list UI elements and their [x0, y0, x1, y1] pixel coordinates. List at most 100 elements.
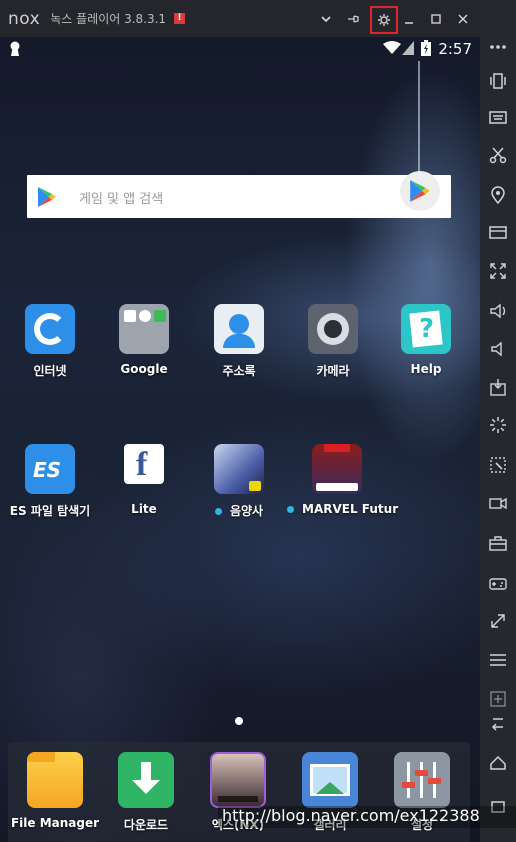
android-screen: 2:57 게임 및 앱 검색 인터넷 Google 주소록 카메라 ? Help… [0, 37, 480, 842]
app-contacts[interactable]: 주소록 [193, 304, 285, 379]
display-button[interactable] [480, 218, 516, 248]
virtual-location-button[interactable] [480, 450, 516, 480]
window-title: 녹스 플레이어 3.8.3.1 [50, 12, 167, 26]
app-facebook-lite[interactable]: f Lite [98, 444, 190, 516]
wifi-icon [383, 41, 401, 54]
maximize-button[interactable] [425, 8, 447, 30]
play-store-icon [38, 187, 56, 207]
keyboard-button[interactable] [480, 102, 516, 132]
virtual-location-icon [490, 457, 506, 473]
play-store-search-bar[interactable]: 게임 및 앱 검색 [27, 171, 451, 218]
app-label: Help [410, 362, 442, 376]
app-label: 주소록 [222, 364, 256, 378]
internet-icon [25, 304, 75, 354]
apk-install-icon [490, 379, 506, 396]
nox-toolbar [480, 0, 516, 842]
resize-button[interactable] [480, 606, 516, 636]
location-button[interactable] [480, 180, 516, 210]
app-downloads[interactable]: 다운로드 [100, 752, 192, 833]
play-store-search-button[interactable] [400, 171, 440, 211]
settings-sliders-icon [394, 752, 450, 808]
shake-icon [490, 73, 506, 89]
app-label: MARVEL Futur [287, 502, 398, 516]
video-record-button[interactable] [480, 488, 516, 518]
keyboard-icon [489, 111, 507, 124]
pin-button[interactable] [342, 8, 364, 30]
home-button[interactable] [480, 748, 516, 778]
app-help[interactable]: ? Help [380, 304, 472, 376]
menu-button[interactable] [480, 645, 516, 675]
close-icon [458, 14, 468, 24]
title-bar: nox 녹스 플레이어 3.8.3.1 ! [0, 0, 480, 37]
chevron-down-icon [321, 16, 331, 23]
back-button[interactable] [480, 708, 516, 738]
new-app-dot [287, 506, 294, 513]
app-label: File Manager [10, 816, 100, 830]
fullscreen-button[interactable] [480, 256, 516, 286]
shake-button[interactable] [480, 66, 516, 96]
onmyoji-icon [214, 444, 264, 494]
app-label: Google [120, 362, 168, 376]
gamepad-icon [489, 578, 507, 590]
volume-up-icon [490, 303, 506, 319]
settings-button[interactable] [370, 6, 398, 34]
close-button[interactable] [452, 8, 474, 30]
volume-up-button[interactable] [480, 296, 516, 326]
nox-logo: nox [8, 8, 41, 29]
more-button[interactable] [480, 32, 516, 62]
gear-icon [378, 14, 390, 26]
nexon-game-icon [210, 752, 266, 808]
facebook-lite-icon: f [124, 444, 164, 484]
menu-icon [490, 654, 506, 666]
nox-player-window: nox 녹스 플레이어 3.8.3.1 ! 2:57 게임 및 앱 검색 인터넷… [0, 0, 516, 842]
app-label: Lite [131, 502, 157, 516]
loading-button[interactable] [480, 410, 516, 440]
app-internet[interactable]: 인터넷 [4, 304, 96, 379]
clock: 2:57 [438, 40, 472, 58]
keyhole-icon [10, 41, 20, 56]
apk-install-button[interactable] [480, 372, 516, 402]
maximize-icon [431, 14, 441, 24]
camera-icon [308, 304, 358, 354]
app-onmyoji[interactable]: 음양사 [193, 444, 285, 519]
more-icon [490, 45, 506, 49]
play-store-icon [410, 180, 430, 202]
folder-icon [27, 752, 83, 808]
alert-badge[interactable]: ! [174, 13, 186, 24]
minimize-icon [405, 22, 413, 24]
es-file-explorer-icon: ES [25, 444, 75, 494]
app-file-manager[interactable]: File Manager [9, 752, 101, 830]
download-icon [118, 752, 174, 808]
app-label: 카메라 [316, 364, 350, 378]
app-es-file-explorer[interactable]: ES ES 파일 탐색기 [4, 444, 96, 519]
status-bar: 2:57 [0, 37, 480, 61]
battery-icon [421, 40, 431, 56]
search-input[interactable]: 게임 및 앱 검색 [79, 188, 163, 207]
video-record-icon [489, 497, 507, 510]
collapse-button[interactable] [315, 8, 337, 30]
volume-down-button[interactable] [480, 334, 516, 364]
minimize-button[interactable] [398, 8, 420, 30]
volume-down-icon [491, 341, 502, 357]
fullscreen-icon [490, 263, 506, 279]
wallpaper-light-streak [418, 61, 420, 181]
app-label: 다운로드 [123, 818, 169, 832]
signal-icon [402, 41, 414, 55]
multi-instance-icon [490, 691, 506, 707]
gamepad-button[interactable] [480, 568, 516, 598]
screenshot-button[interactable] [480, 140, 516, 170]
app-marvel-future-fight[interactable]: MARVEL Futur [287, 444, 398, 516]
blog-watermark: http://blog.naver.com/ex122388 [218, 806, 516, 828]
app-label: 인터넷 [33, 364, 67, 378]
app-label: ES 파일 탐색기 [9, 504, 91, 518]
screenshot-cut-icon [489, 147, 507, 164]
app-camera[interactable]: 카메라 [287, 304, 379, 379]
toolbox-button[interactable] [480, 528, 516, 558]
new-app-dot [214, 508, 222, 515]
app-google-folder[interactable]: Google [98, 304, 190, 376]
location-icon [491, 186, 505, 205]
contacts-icon [214, 304, 264, 354]
marvel-future-fight-icon [312, 444, 362, 494]
back-icon [491, 718, 503, 731]
toolbox-icon [489, 536, 507, 551]
